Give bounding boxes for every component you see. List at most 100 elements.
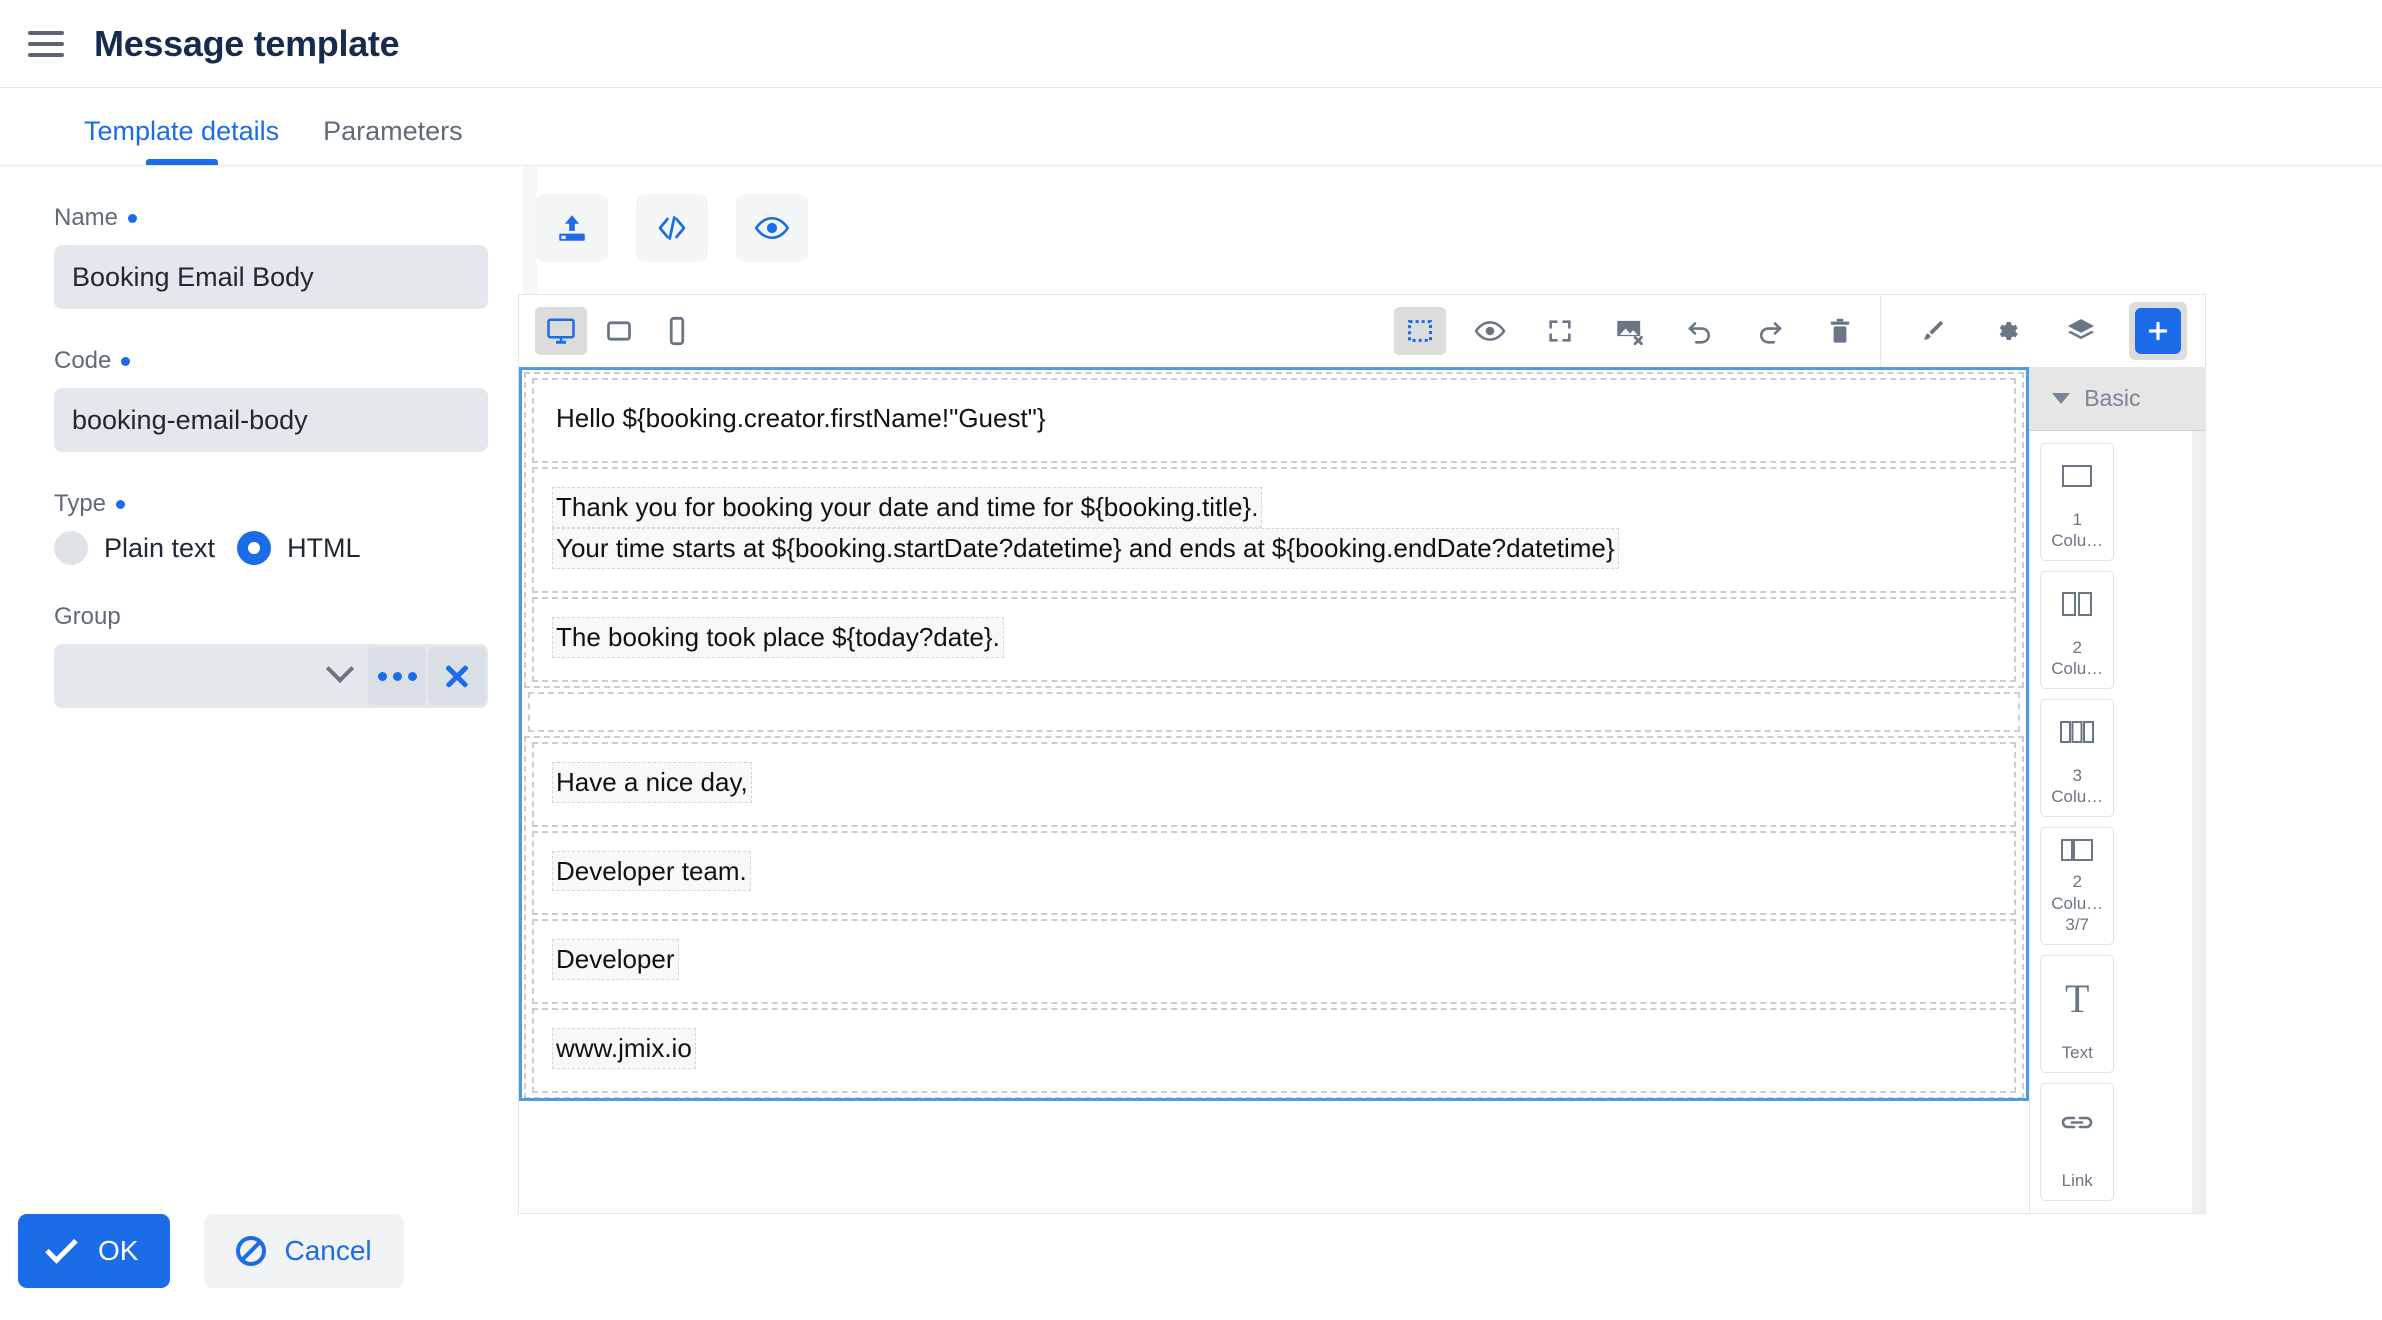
check-icon (45, 1231, 78, 1264)
code-label-text: Code (54, 347, 111, 375)
canvas-row[interactable]: Developer team. (532, 831, 2016, 916)
code-input[interactable] (54, 388, 488, 452)
mobile-icon[interactable] (651, 307, 703, 355)
canvas-cell[interactable]: Hello ${booking.creator.firstName!"Guest… (534, 398, 2014, 439)
tablet-icon[interactable] (593, 307, 645, 355)
tab-parameters[interactable]: Parameters (301, 116, 485, 165)
upload-icon[interactable] (536, 194, 608, 262)
canvas-text-thankyou[interactable]: Thank you for booking your date and time… (552, 487, 1262, 528)
type-radio-group: Plain text HTML (54, 531, 500, 565)
eye-icon[interactable] (736, 194, 808, 262)
canvas-row[interactable]: Have a nice day, (532, 742, 2016, 827)
canvas-text-times[interactable]: Your time starts at ${booking.startDate?… (552, 528, 1619, 569)
layers-icon[interactable] (2055, 307, 2107, 355)
fullscreen-icon[interactable] (1534, 307, 1586, 355)
tab-bar: Template details Parameters (0, 88, 2382, 166)
ok-button-label: OK (98, 1235, 138, 1267)
cancel-button-label: Cancel (284, 1235, 371, 1267)
canvas-cell[interactable]: Have a nice day, (534, 762, 2014, 803)
canvas-section-2[interactable]: Have a nice day, Developer team. Develop… (524, 736, 2024, 1100)
email-canvas[interactable]: Hello ${booking.creator.firstName!"Guest… (519, 367, 2029, 1101)
block-two-columns-3-7[interactable]: 2 Colu… 3/7 (2040, 827, 2114, 945)
redo-icon[interactable] (1744, 307, 1796, 355)
template-details-form: Name Code Type Plain text (0, 166, 500, 1186)
code-icon[interactable] (636, 194, 708, 262)
canvas-text-signature[interactable]: Developer (552, 939, 679, 980)
trash-icon[interactable] (1814, 307, 1866, 355)
block-two-columns[interactable]: 2 Colu… (2040, 571, 2114, 689)
code-label: Code (54, 347, 500, 375)
block-label: 3 Colu… (2051, 765, 2103, 817)
gear-icon[interactable] (1981, 307, 2033, 355)
grapesjs-editor: Hello ${booking.creator.firstName!"Guest… (518, 294, 2206, 1214)
type-field-block: Type Plain text HTML (54, 490, 500, 565)
group-field-block: Group (54, 603, 500, 708)
text-icon: T (2065, 956, 2089, 1042)
canvas-text-tookplace[interactable]: The booking took place ${today?date}. (552, 617, 1004, 658)
block-three-columns[interactable]: 3 Colu… (2040, 699, 2114, 817)
editor-body: Hello ${booking.creator.firstName!"Guest… (519, 367, 2205, 1213)
canvas-cell[interactable]: Developer team. (534, 851, 2014, 892)
canvas-row[interactable]: Developer (532, 919, 2016, 1004)
undo-icon[interactable] (1674, 307, 1726, 355)
radio-html-label: HTML (287, 533, 361, 564)
canvas-row[interactable]: Hello ${booking.creator.firstName!"Guest… (532, 378, 2016, 463)
canvas-cell[interactable]: www.jmix.io (534, 1028, 2014, 1069)
canvas-text-greeting[interactable]: Hello ${booking.creator.firstName!"Guest… (552, 398, 1050, 439)
canvas-text-closing[interactable]: Have a nice day, (552, 762, 752, 803)
main-content: Name Code Type Plain text (0, 166, 2382, 1186)
ellipsis-icon[interactable] (368, 647, 426, 705)
block-link[interactable]: Link (2040, 1083, 2114, 1201)
canvas-cell[interactable]: The booking took place ${today?date}. (534, 617, 2014, 658)
cancel-button[interactable]: Cancel (204, 1214, 403, 1288)
block-one-column[interactable]: 1 Colu… (2040, 443, 2114, 561)
blocks-category-label: Basic (2084, 385, 2140, 412)
blocks-panel-scrollbar[interactable] (2192, 431, 2205, 1213)
name-label-text: Name (54, 204, 118, 232)
editor-actions (1394, 307, 1880, 355)
radio-plain-text[interactable]: Plain text (54, 531, 215, 565)
required-dot-icon (128, 214, 137, 223)
group-combobox[interactable] (54, 644, 488, 708)
app-header: Message template (0, 0, 2382, 88)
canvas-row[interactable]: www.jmix.io (532, 1008, 2016, 1093)
two-columns-icon (2059, 572, 2095, 637)
canvas-cell[interactable]: Developer (534, 939, 2014, 980)
ok-button[interactable]: OK (18, 1214, 170, 1288)
block-label: 2 Colu… 3/7 (2051, 871, 2103, 944)
name-input[interactable] (54, 245, 488, 309)
plus-icon (2135, 308, 2181, 354)
canvas-spacer-row[interactable] (528, 692, 2020, 732)
brush-icon[interactable] (1907, 307, 1959, 355)
image-off-icon[interactable] (1604, 307, 1656, 355)
blocks-category-basic[interactable]: Basic (2030, 367, 2205, 431)
type-label-text: Type (54, 490, 106, 518)
block-label: Text (2062, 1042, 2093, 1072)
two-columns-37-icon (2058, 828, 2096, 871)
borders-toggle-icon[interactable] (1394, 307, 1446, 355)
group-label: Group (54, 603, 500, 631)
editor-top-toolbar (518, 194, 2382, 262)
canvas-section-1[interactable]: Hello ${booking.creator.firstName!"Guest… (524, 372, 2024, 688)
type-label: Type (54, 490, 500, 518)
block-text[interactable]: T Text (2040, 955, 2114, 1073)
clear-icon[interactable] (428, 647, 486, 705)
device-switcher (519, 307, 703, 355)
block-label: Link (2062, 1170, 2093, 1200)
canvas-cell[interactable]: Thank you for booking your date and time… (534, 487, 2014, 569)
preview-icon[interactable] (1464, 307, 1516, 355)
tab-template-details[interactable]: Template details (62, 116, 301, 165)
desktop-icon[interactable] (535, 307, 587, 355)
chevron-down-icon[interactable] (312, 644, 368, 708)
canvas-text-team[interactable]: Developer team. (552, 851, 751, 892)
canvas-row[interactable]: The booking took place ${today?date}. (532, 597, 2016, 682)
hamburger-icon[interactable] (26, 24, 66, 64)
canvas-row[interactable]: Thank you for booking your date and time… (532, 467, 2016, 593)
name-label: Name (54, 204, 500, 232)
ban-icon (236, 1236, 266, 1266)
open-blocks-button[interactable] (2129, 302, 2187, 360)
radio-html[interactable]: HTML (237, 531, 361, 565)
one-column-icon (2059, 444, 2095, 509)
group-label-text: Group (54, 603, 121, 631)
canvas-text-website[interactable]: www.jmix.io (552, 1028, 696, 1069)
